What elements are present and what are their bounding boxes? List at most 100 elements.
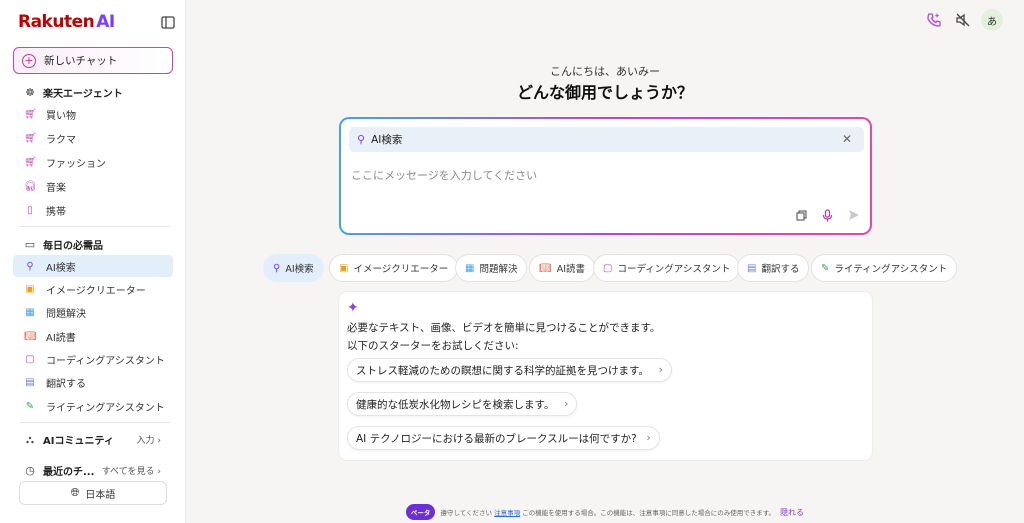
pencil-icon: ✎: [821, 262, 830, 274]
avatar[interactable]: あ: [981, 9, 1003, 31]
mute-icon[interactable]: [953, 10, 973, 30]
terms-link[interactable]: 注意事項: [494, 507, 520, 517]
copy-icon[interactable]: [794, 208, 808, 222]
language-label: 日本語: [85, 489, 116, 501]
phone-ai-icon[interactable]: [924, 10, 944, 30]
sidebar-item-label: 翻訳する: [46, 378, 86, 390]
sidebar-item-label: 買い物: [46, 110, 76, 122]
agent-icon: ☸: [25, 86, 35, 99]
chip-ai-reading[interactable]: 📖︎ AI読書: [529, 254, 596, 282]
chip-translate[interactable]: ▤ 翻訳する: [737, 254, 810, 282]
chip-writing[interactable]: ✎ ライティングアシスタント: [811, 254, 958, 282]
chip-image-creator[interactable]: ▣ イメージクリエーター: [329, 254, 459, 282]
code-icon: ▢: [603, 262, 613, 274]
beta-badge: ベータ: [405, 504, 436, 520]
hide-link[interactable]: 隠れる: [780, 507, 804, 518]
cart-icon: 🛒︎: [24, 156, 37, 168]
sidebar-item-label: AI読書: [46, 332, 76, 344]
cart-icon: 🛒︎: [24, 108, 37, 120]
grid-icon: ▦: [465, 262, 475, 274]
chip-label: コーディングアシスタント: [617, 264, 731, 275]
language-button[interactable]: 🌐︎ 日本語: [19, 481, 167, 505]
recent-see-all-link[interactable]: すべてを見る ›: [102, 464, 161, 477]
logo[interactable]: Rakuten AI: [18, 12, 115, 32]
chat-input-box[interactable]: ⚲ AI検索 ✕ ここにメッセージを入力してください: [339, 117, 872, 235]
book-icon: 📖︎: [539, 262, 552, 274]
greeting: こんにちは、あいみー: [550, 65, 660, 78]
new-chat-label: 新しいチャット: [44, 55, 118, 67]
sidebar-item-label: AI検索: [46, 262, 76, 274]
send-icon[interactable]: [847, 208, 861, 222]
card-description: 必要なテキスト、画像、ビデオを簡単に見つけることができます。: [347, 322, 661, 334]
phone-icon: ▯: [27, 204, 33, 216]
sidebar-item-problem-solving[interactable]: ▦ 問題解決: [13, 301, 173, 323]
sidebar-toggle-icon[interactable]: [161, 14, 179, 30]
sidebar-item-ai-reading[interactable]: 📖︎ AI読書: [13, 325, 173, 347]
new-chat-button[interactable]: + 新しいチャット: [13, 47, 173, 74]
chip-label: イメージクリエーター: [353, 264, 449, 275]
logo-text: Rakuten: [18, 12, 95, 32]
sidebar-item-label: 問題解決: [46, 308, 86, 320]
starter-suggestion[interactable]: ストレス軽減のための瞑想に関する科学的証拠を見つけます。 ›: [347, 358, 672, 382]
sidebar-item-label: 音楽: [46, 182, 66, 194]
image-icon: ▣: [339, 262, 349, 274]
microphone-icon[interactable]: [820, 208, 834, 222]
starter-suggestion[interactable]: 健康的な低炭水化物レシピを検索します。 ›: [347, 392, 578, 416]
active-tool-pill: ⚲ AI検索 ✕: [349, 127, 864, 152]
book-icon: 📖︎: [24, 330, 37, 342]
chip-label: AI検索: [285, 264, 314, 275]
sidebar-item-coding[interactable]: ▢ コーディングアシスタント: [13, 348, 173, 370]
sidebar-item-shopping[interactable]: 🛒︎ 買い物: [13, 103, 173, 125]
search-icon: ⚲: [357, 133, 366, 146]
sidebar-item-music[interactable]: 🎧︎ 音楽: [13, 175, 173, 197]
plus-chat-icon: +: [22, 53, 36, 68]
section-recent-label: 最近のチ...: [43, 467, 95, 478]
sidebar-item-label: ラクマ: [46, 134, 76, 146]
sidebar-item-fashion[interactable]: 🛒︎ ファッション: [13, 151, 173, 173]
sidebar-item-ai-search[interactable]: ⚲ AI検索: [13, 255, 173, 277]
sidebar-item-label: 携帯: [46, 206, 66, 218]
sidebar-item-writing[interactable]: ✎ ライティングアシスタント: [13, 395, 173, 417]
history-icon: ◷: [25, 464, 35, 477]
avatar-initial: あ: [987, 16, 997, 28]
cart-icon: 🛒︎: [24, 132, 37, 144]
image-icon: ▣: [25, 283, 35, 295]
section-daily: ▭ 毎日の必需品: [24, 237, 103, 252]
starter-card: ✦ 必要なテキスト、画像、ビデオを簡単に見つけることができます。 以下のスタータ…: [339, 292, 872, 460]
section-agent-label: 楽天エージェント: [43, 89, 123, 100]
close-icon[interactable]: ✕: [842, 132, 852, 146]
footer-text: 遵守してください: [440, 509, 493, 517]
chip-label: 翻訳する: [761, 264, 800, 275]
sidebar-item-rakuma[interactable]: 🛒︎ ラクマ: [13, 127, 173, 149]
section-community-label: AIコミュニティ: [43, 436, 114, 447]
sidebar-item-label: ライティングアシスタント: [46, 402, 165, 414]
chip-problem-solving[interactable]: ▦ 問題解決: [455, 254, 528, 282]
chip-label: 問題解決: [479, 264, 518, 275]
sidebar-item-mobile[interactable]: ▯ 携帯: [13, 199, 173, 221]
community-join-label: 入力: [136, 436, 155, 446]
footer-notice: ベータ 遵守してください 注意事項 この機能を使用する場合。この機能は、注意事項…: [186, 502, 1024, 522]
section-agent: ☸ 楽天エージェント: [24, 85, 123, 100]
globe-icon: 🌐︎: [70, 486, 80, 499]
section-daily-label: 毎日の必需品: [43, 241, 103, 252]
community-join-link[interactable]: 入力 ›: [137, 433, 161, 446]
starter-suggestion[interactable]: AI テクノロジーにおける最新のブレークスルーは何ですか? ›: [347, 426, 660, 450]
code-icon: ▢: [25, 353, 35, 365]
chip-coding[interactable]: ▢ コーディングアシスタント: [593, 254, 741, 282]
chevron-right-icon: ›: [564, 397, 569, 410]
sparkle-icon: ✦: [347, 300, 359, 316]
starter-suggestion-label: ストレス軽減のための瞑想に関する科学的証拠を見つけます。: [356, 364, 649, 377]
message-input[interactable]: ここにメッセージを入力してください: [351, 167, 537, 183]
logo-ai-text: AI: [96, 12, 115, 32]
chevron-right-icon: ›: [658, 363, 663, 376]
recent-see-all-label: すべてを見る: [101, 467, 155, 477]
card-prompt: 以下のスターターをお試しください:: [347, 340, 519, 352]
sidebar-item-label: イメージクリエーター: [46, 285, 146, 297]
sidebar-item-label: コーディングアシスタント: [46, 355, 165, 367]
headphones-icon: 🎧︎: [24, 180, 37, 192]
sidebar-item-image-creator[interactable]: ▣ イメージクリエーター: [13, 278, 173, 300]
chevron-right-icon: ›: [646, 431, 651, 444]
sidebar-item-translate[interactable]: ▤ 翻訳する: [13, 371, 173, 393]
translate-icon: ▤: [25, 376, 35, 388]
chip-ai-search[interactable]: ⚲ AI検索: [263, 254, 324, 282]
